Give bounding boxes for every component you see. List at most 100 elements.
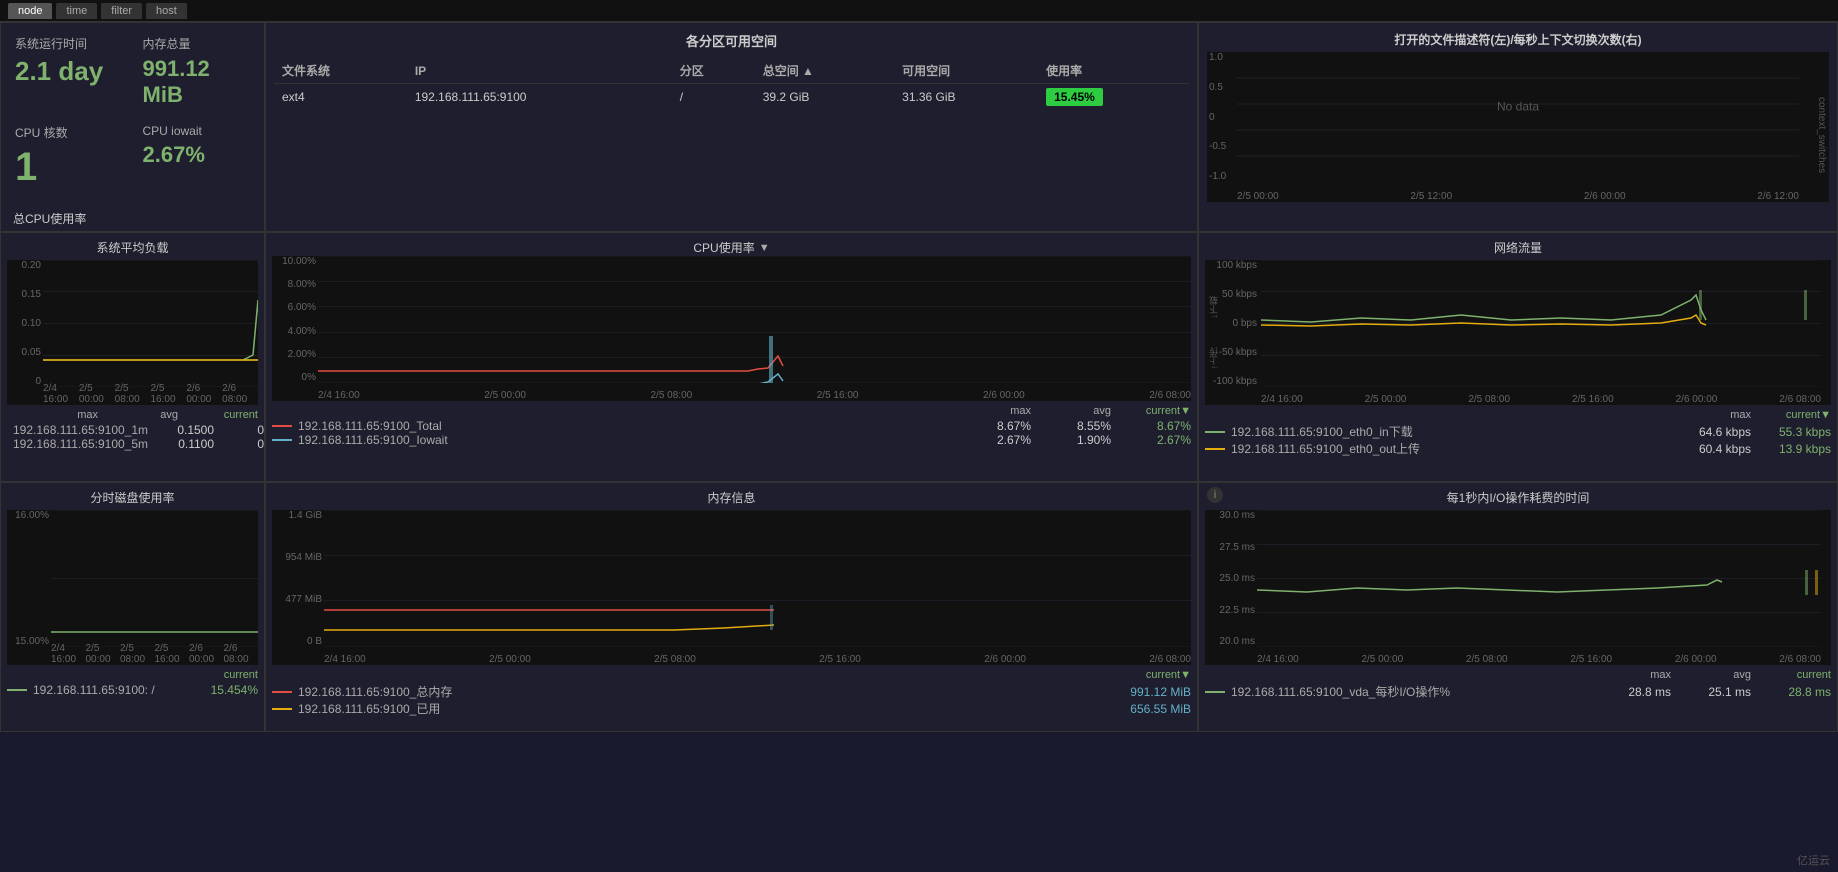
- legend-item-used-mem: 192.168.111.65:9100_已用 656.55 MiB: [272, 700, 1191, 717]
- legend-item-vda: 192.168.111.65:9100_vda_每秒I/O操作% 28.8 ms…: [1205, 683, 1831, 700]
- memory-x-labels: 2/4 16:00 2/5 00:00 2/5 08:00 2/5 16:00 …: [324, 654, 1191, 665]
- avg-load-inner: [43, 260, 258, 387]
- legend-color-vda: [1205, 691, 1225, 693]
- legend-name-1m: 192.168.111.65:9100_1m: [13, 423, 148, 437]
- network-panel: 网络流量: [1198, 232, 1838, 482]
- cpu-cores-box: CPU 核数 1: [7, 118, 131, 196]
- nav-tab-host[interactable]: host: [146, 3, 187, 19]
- legend-item-total: 192.168.111.65:9100_Total 8.67% 8.55% 8.…: [272, 419, 1191, 433]
- memory-title: 内存信息: [272, 489, 1191, 506]
- nav-tab-time[interactable]: time: [56, 3, 97, 19]
- col-available: 可用空间: [894, 58, 1038, 84]
- legend-color-eth0-out: [1205, 448, 1225, 450]
- legend-name-iowait: 192.168.111.65:9100_Iowait: [298, 433, 965, 447]
- row-total: 39.2 GiB: [755, 84, 894, 111]
- legend-item-disk: 192.168.111.65:9100: / 15.454%: [7, 683, 258, 697]
- legend-values-5m: 0.1100 0.0003 0.1100: [154, 437, 265, 451]
- col-ip: IP: [407, 58, 672, 84]
- avg-load-x-labels: 2/4 16:00 2/5 00:00 2/5 08:00 2/5 16:00 …: [43, 383, 258, 405]
- legend-name-used-mem: 192.168.111.65:9100_已用: [298, 700, 1124, 717]
- uptime-label: 系统运行时间: [15, 35, 123, 52]
- fd-svg: No data: [1237, 52, 1799, 182]
- memory-panel: 内存信息 1.4 GiB 954 MiB 4: [265, 482, 1198, 732]
- disk-legend-header: current: [7, 669, 258, 681]
- watermark: 亿运云: [1797, 852, 1830, 868]
- network-legend-header: max current▼: [1205, 409, 1831, 421]
- network-x-labels: 2/4 16:00 2/5 00:00 2/5 08:00 2/5 16:00 …: [1261, 394, 1821, 405]
- legend-item-1m: 192.168.111.65:9100_1m 0.1500 0.0005 0.1…: [7, 423, 258, 437]
- memory-box: 内存总量 991.12 MiB: [135, 29, 259, 114]
- row-usage: 15.45%: [1038, 84, 1189, 111]
- legend-item-total-mem: 192.168.111.65:9100_总内存 991.12 MiB: [272, 683, 1191, 700]
- partition-tbody: ext4 192.168.111.65:9100 / 39.2 GiB 31.3…: [274, 84, 1189, 111]
- avg-load-title: 系统平均负载: [7, 239, 258, 256]
- network-legend: max current▼ 192.168.111.65:9100_eth0_in…: [1205, 409, 1831, 457]
- col-fs: 文件系统: [274, 58, 407, 84]
- io-info-icon: i: [1207, 487, 1223, 503]
- legend-name-vda: 192.168.111.65:9100_vda_每秒I/O操作%: [1231, 683, 1605, 700]
- cpu-chart: 10.00% 8.00% 6.00% 4.00% 2.00% 0% 2/4 16…: [272, 256, 1191, 401]
- legend-name-total: 192.168.111.65:9100_Total: [298, 419, 965, 433]
- cpu-chart-title-row: CPU使用率 ▼: [272, 239, 1191, 256]
- legend-values-eth0-in: 64.6 kbps 55.3 kbps: [1691, 425, 1831, 439]
- network-title: 网络流量: [1205, 239, 1831, 256]
- nav-tab-filter[interactable]: filter: [101, 3, 142, 19]
- legend-color-iowait: [272, 439, 292, 441]
- avg-load-legend-header: max avg current: [7, 409, 258, 421]
- legend-name-total-mem: 192.168.111.65:9100_总内存: [298, 683, 1124, 700]
- memory-legend: current▼ 192.168.111.65:9100_总内存 991.12 …: [272, 669, 1191, 717]
- legend-values-vda: 28.8 ms 25.1 ms 28.8 ms: [1611, 685, 1831, 699]
- disk-legend: current 192.168.111.65:9100: / 15.454%: [7, 669, 258, 697]
- cpu-legend: max avg current▼ 192.168.111.65:9100_Tot…: [272, 405, 1191, 447]
- memory-label: 内存总量: [143, 35, 251, 52]
- fd-chart-area: No data 1.0 0.5 0 -0.5 -1.0 2/5 00:00 2/…: [1207, 52, 1829, 202]
- avg-load-y-labels: 0.20 0.15 0.10 0.05 0: [7, 260, 41, 387]
- row-ip: 192.168.111.65:9100: [407, 84, 672, 111]
- cpu-cores-label: CPU 核数: [15, 124, 123, 141]
- disk-usage-title: 分时磁盘使用率: [7, 489, 258, 506]
- legend-values-used-mem: 656.55 MiB: [1130, 702, 1191, 716]
- partition-table: 文件系统 IP 分区 总空间 ▲ 可用空间 使用率 ext4 192.168.1…: [274, 58, 1189, 110]
- io-x-labels: 2/4 16:00 2/5 00:00 2/5 08:00 2/5 16:00 …: [1257, 654, 1821, 665]
- disk-usage-panel: 分时磁盘使用率 16.00% 15.00% 2/4 16:00 2/5 00:0…: [0, 482, 265, 732]
- legend-name-5m: 192.168.111.65:9100_5m: [13, 437, 148, 451]
- col-total: 总空间 ▲: [755, 58, 894, 84]
- col-usage: 使用率: [1038, 58, 1189, 84]
- network-down-label: ↓下载: [1207, 296, 1220, 319]
- cpu-chart-dropdown-btn[interactable]: ▼: [759, 242, 770, 254]
- memory-value: 991.12 MiB: [143, 56, 251, 108]
- cpu-iowait-box: CPU iowait 2.67%: [135, 118, 259, 196]
- legend-color-eth0-in: [1205, 431, 1225, 433]
- partition-table-header: 文件系统 IP 分区 总空间 ▲ 可用空间 使用率: [274, 58, 1189, 84]
- memory-inner: [324, 510, 1191, 647]
- legend-values-1m: 0.1500 0.0005 0.1200: [154, 423, 265, 437]
- row-partition: /: [672, 84, 755, 111]
- cpu-iowait-label: CPU iowait: [143, 124, 251, 138]
- legend-item-5m: 192.168.111.65:9100_5m 0.1100 0.0003 0.1…: [7, 437, 258, 451]
- legend-item-iowait: 192.168.111.65:9100_Iowait 2.67% 1.90% 2…: [272, 433, 1191, 447]
- cpu-svg: [318, 256, 1191, 383]
- nav-tab-node[interactable]: node: [8, 3, 52, 19]
- disk-chart: 16.00% 15.00% 2/4 16:00 2/5 00:00 2/5 08…: [7, 510, 258, 665]
- avg-load-panel: 系统平均负载 0.20 0.15 0.10 0.0: [0, 232, 265, 482]
- fd-panel: 打开的文件描述符(左)/每秒上下文切换次数(右) No data 1.0 0.5…: [1198, 22, 1838, 232]
- avg-load-svg: [43, 260, 258, 387]
- cpu-legend-header: max avg current▼: [272, 405, 1191, 417]
- legend-name-eth0-out: 192.168.111.65:9100_eth0_out上传: [1231, 440, 1685, 457]
- memory-legend-header: current▼: [272, 669, 1191, 681]
- cpu-cores-value: 1: [15, 145, 123, 190]
- cpu-usage-panel: CPU使用率 ▼: [265, 232, 1198, 482]
- fd-title: 打开的文件描述符(左)/每秒上下文切换次数(右): [1207, 31, 1829, 48]
- table-row: ext4 192.168.111.65:9100 / 39.2 GiB 31.3…: [274, 84, 1189, 111]
- network-chart: 100 kbps 50 kbps 0 bps -50 kbps -100 kbp…: [1205, 260, 1831, 405]
- io-legend: max avg current 192.168.111.65:9100_vda_…: [1205, 669, 1831, 700]
- uptime-box: 系统运行时间 2.1 day: [7, 29, 131, 114]
- stats-grid: 系统运行时间 2.1 day 内存总量 991.12 MiB CPU 核数 1 …: [1, 23, 264, 202]
- legend-color-total: [272, 425, 292, 427]
- disk-y-labels: 16.00% 15.00%: [7, 510, 49, 647]
- legend-name-disk: 192.168.111.65:9100: /: [33, 683, 192, 697]
- context-switches-label: context_switches: [1816, 97, 1827, 173]
- dashboard: 系统运行时间 2.1 day 内存总量 991.12 MiB CPU 核数 1 …: [0, 22, 1838, 872]
- legend-values-eth0-out: 60.4 kbps 13.9 kbps: [1691, 442, 1831, 456]
- legend-color-total-mem: [272, 691, 292, 693]
